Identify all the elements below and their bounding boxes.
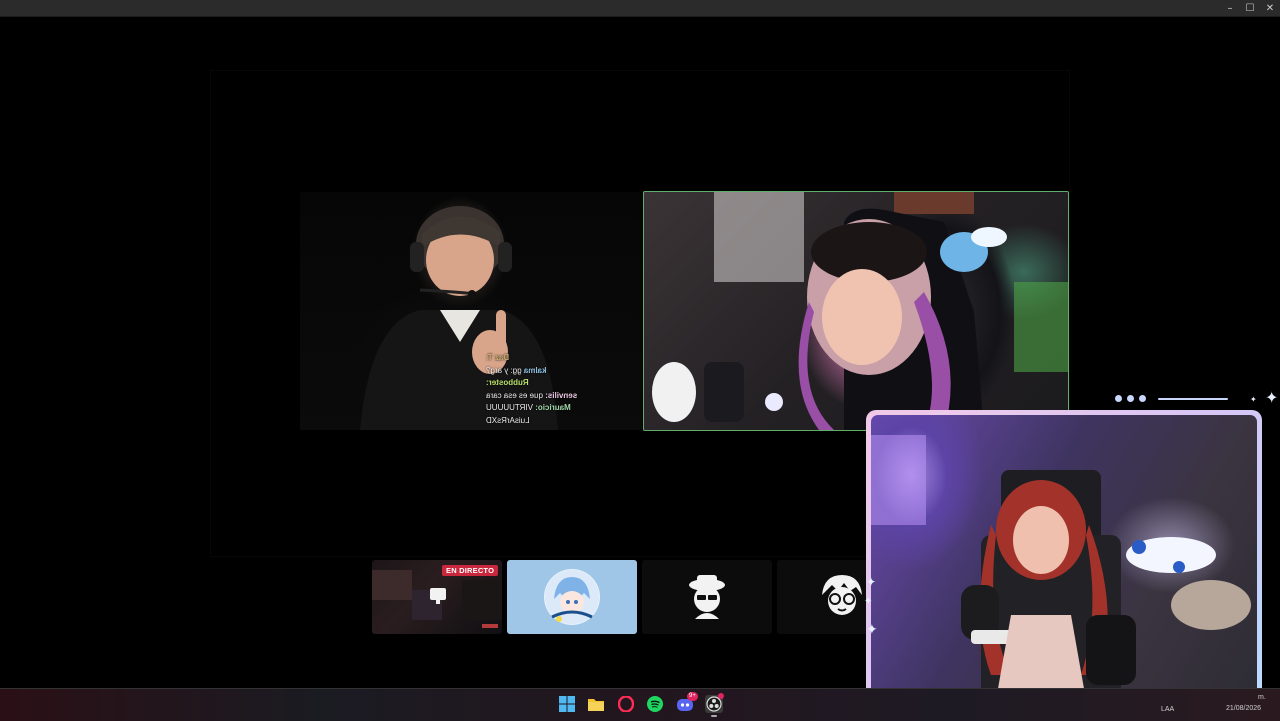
tray-date[interactable]: 21/08/2026 bbox=[1226, 705, 1261, 712]
chat-line: Rubboster: bbox=[486, 378, 529, 387]
anime-avatar-icon bbox=[544, 569, 600, 625]
taskbar bbox=[0, 688, 1280, 721]
sparkle-icon: ✦ bbox=[866, 622, 878, 638]
taskbar-active-indicator bbox=[711, 715, 717, 717]
decorative-line-top bbox=[1158, 398, 1228, 400]
mirrored-chat-overlay: Daz T: kalma gg: y arg? Rubboster: senvi… bbox=[486, 352, 636, 427]
video-tile-streamer-headset[interactable]: Daz T: kalma gg: y arg? Rubboster: senvi… bbox=[300, 192, 642, 430]
chat-line: Mauricio: VIRTUUUUU bbox=[486, 403, 571, 412]
obs-recording-badge bbox=[718, 693, 724, 699]
sparkle-icon: ✦ bbox=[864, 596, 873, 607]
person-image bbox=[652, 192, 1068, 430]
chat-line: kalma gg: y arg? bbox=[486, 365, 547, 375]
sparkle-icon: ✦ bbox=[1250, 395, 1257, 404]
webcam-person-image bbox=[871, 435, 1251, 700]
sparkle-icon: ✦ bbox=[866, 575, 877, 589]
close-button[interactable]: ✕ bbox=[1260, 0, 1280, 16]
opera-icon[interactable] bbox=[617, 695, 635, 713]
discord-notification-badge: 9+ bbox=[687, 692, 698, 701]
decorative-dots-top bbox=[1115, 395, 1146, 402]
stream-thumbnail-avatar-hat[interactable] bbox=[642, 560, 772, 634]
maximize-button[interactable]: ☐ bbox=[1240, 0, 1260, 16]
spotify-icon[interactable] bbox=[646, 695, 664, 713]
chat-line: LuisArRsXD bbox=[486, 415, 530, 425]
chat-line: senvilis: que es esa cara bbox=[486, 390, 578, 400]
minimize-button[interactable]: – bbox=[1220, 0, 1240, 16]
window-titlebar: – ☐ ✕ bbox=[0, 0, 1280, 17]
glasses-avatar-icon bbox=[814, 569, 870, 625]
file-explorer-icon[interactable] bbox=[587, 695, 605, 713]
tray-time[interactable]: m. bbox=[1258, 694, 1266, 701]
windows-start-icon[interactable] bbox=[558, 695, 576, 713]
window-controls: – ☐ ✕ bbox=[1220, 0, 1280, 16]
tray-language[interactable]: LAA bbox=[1161, 706, 1174, 713]
webcam-overlay-frame bbox=[866, 410, 1262, 705]
sparkle-icon: ✦ bbox=[1265, 388, 1279, 407]
stream-thumbnail-avatar-anime[interactable] bbox=[507, 560, 637, 634]
hat-avatar-icon bbox=[679, 569, 735, 625]
chat-line: Daz T: bbox=[486, 353, 510, 362]
live-badge: EN DIRECTO bbox=[442, 565, 499, 576]
webcam-feed bbox=[871, 415, 1257, 700]
video-tile-streamer-active[interactable] bbox=[643, 191, 1069, 431]
